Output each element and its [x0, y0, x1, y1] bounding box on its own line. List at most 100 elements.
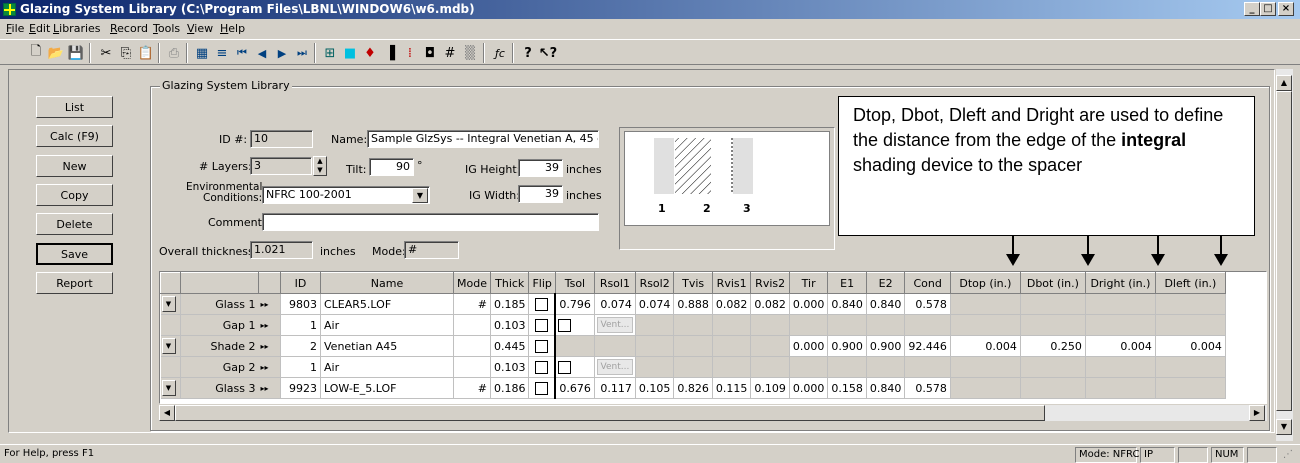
flip-checkbox[interactable]: [535, 297, 549, 311]
bars-icon[interactable]: ▐: [380, 43, 400, 63]
column-header[interactable]: E2: [865, 272, 906, 294]
id-cell[interactable]: 9923: [280, 377, 321, 399]
column-header[interactable]: Name: [320, 272, 454, 294]
column-header[interactable]: Mode: [453, 272, 491, 294]
table-row[interactable]: Gap 2 ▸▸ 1 Air 0.103 Vent...: [160, 356, 1226, 378]
formula-icon[interactable]: ƒc: [490, 43, 510, 63]
table-row[interactable]: ▼ Glass 3 ▸▸ 9923 LOW-E_5.LOF #0.186 0.676 0.11…: [160, 377, 1226, 399]
column-header[interactable]: [180, 272, 259, 294]
copy-icon[interactable]: ⎘: [116, 43, 136, 63]
column-header[interactable]: Dright (in.): [1084, 272, 1156, 294]
grid-view-icon[interactable]: ▦: [192, 43, 212, 63]
scroll-down-icon[interactable]: ▼: [1276, 419, 1292, 435]
column-header[interactable]: [160, 272, 181, 294]
first-record-icon[interactable]: ⏮: [232, 43, 252, 63]
vent-checkbox[interactable]: [558, 360, 572, 374]
vent-button[interactable]: Vent...: [596, 359, 633, 375]
row-dropdown-cell[interactable]: [160, 314, 181, 336]
column-header[interactable]: Flip: [528, 272, 556, 294]
tilt-field[interactable]: 90: [369, 158, 414, 176]
id-cell[interactable]: 1: [280, 356, 321, 378]
delete-button[interactable]: Delete: [36, 213, 113, 235]
name-cell[interactable]: CLEAR5.LOF: [320, 293, 454, 315]
gradient-icon[interactable]: ▒: [460, 43, 480, 63]
copy-button[interactable]: Copy: [36, 184, 113, 206]
thick-cell[interactable]: 0.185: [490, 293, 530, 315]
print-icon[interactable]: ⎙: [164, 43, 184, 63]
expand-icon[interactable]: ▸▸: [258, 335, 281, 357]
menu-help[interactable]: Help: [220, 22, 245, 35]
scroll-up-icon[interactable]: ▲: [1276, 75, 1292, 91]
layers-field[interactable]: 3: [250, 157, 312, 175]
minimize-button[interactable]: _: [1244, 2, 1260, 16]
table-row[interactable]: Gap 1 ▸▸ 1 Air 0.103 Vent...: [160, 314, 1226, 336]
row-dropdown-cell[interactable]: [160, 356, 181, 378]
help-icon[interactable]: ?: [518, 43, 538, 63]
menu-tools[interactable]: Tools: [153, 22, 180, 35]
column-header[interactable]: Cond: [904, 272, 951, 294]
vent-button[interactable]: Vent...: [596, 317, 633, 333]
vscroll-thumb[interactable]: [1276, 91, 1292, 411]
flip-checkbox[interactable]: [535, 339, 549, 353]
thick-cell[interactable]: 0.445: [490, 335, 530, 357]
vent-checkbox[interactable]: [558, 318, 572, 332]
table-icon[interactable]: ⊞: [320, 43, 340, 63]
chevron-down-icon[interactable]: ▼: [161, 338, 176, 354]
black-square-icon[interactable]: ◘: [420, 43, 440, 63]
flip-cell[interactable]: [528, 356, 556, 378]
chevron-down-icon[interactable]: ▼: [161, 380, 176, 396]
thick-cell[interactable]: 0.186: [490, 377, 530, 399]
flip-cell[interactable]: [528, 293, 556, 315]
new-icon[interactable]: 🗋: [26, 43, 46, 63]
chevron-down-icon[interactable]: ▼: [161, 296, 176, 312]
name-cell[interactable]: Air: [320, 356, 454, 378]
hash-icon[interactable]: #: [440, 43, 460, 63]
menu-file[interactable]: File: [6, 22, 24, 35]
id-cell[interactable]: 1: [280, 314, 321, 336]
ig-height-field[interactable]: 39: [518, 159, 563, 177]
cut-icon[interactable]: ✂: [96, 43, 116, 63]
column-header[interactable]: ID: [280, 272, 321, 294]
flip-cell[interactable]: [528, 314, 556, 336]
report-button[interactable]: Report: [36, 272, 113, 294]
horizontal-scrollbar[interactable]: ◀ ▶: [159, 404, 1267, 421]
last-record-icon[interactable]: ⏭: [292, 43, 312, 63]
column-header[interactable]: Dbot (in.): [1019, 272, 1086, 294]
scroll-thumb[interactable]: [175, 405, 1045, 421]
cyan-square-icon[interactable]: ■: [340, 43, 360, 63]
column-header[interactable]: Tsol: [554, 272, 595, 294]
expand-icon[interactable]: ▸▸: [258, 356, 281, 378]
thick-cell[interactable]: 0.103: [490, 314, 530, 336]
flip-cell[interactable]: [528, 377, 556, 399]
row-dropdown-cell[interactable]: ▼: [160, 335, 181, 357]
flip-cell[interactable]: [528, 335, 556, 357]
row-dropdown-cell[interactable]: ▼: [160, 377, 181, 399]
resize-grip-icon[interactable]: ⋰: [1283, 449, 1293, 460]
prev-record-icon[interactable]: ◀: [252, 43, 272, 63]
column-header[interactable]: Dleft (in.): [1154, 272, 1226, 294]
next-record-icon[interactable]: ▶: [272, 43, 292, 63]
thick-cell[interactable]: 0.103: [490, 356, 530, 378]
menu-edit[interactable]: Edit: [29, 22, 50, 35]
color-icon[interactable]: ♦: [360, 43, 380, 63]
save-icon[interactable]: 💾: [66, 43, 86, 63]
column-header[interactable]: Rsol2: [634, 272, 675, 294]
context-help-icon[interactable]: ↖?: [538, 43, 558, 63]
column-header[interactable]: [258, 272, 281, 294]
column-header[interactable]: Rvis2: [750, 272, 790, 294]
paste-icon[interactable]: 📋: [136, 43, 156, 63]
expand-icon[interactable]: ▸▸: [258, 377, 281, 399]
new-button[interactable]: New: [36, 155, 113, 177]
list-button[interactable]: List: [36, 96, 113, 118]
table-row[interactable]: ▼ Shade 2 ▸▸ 2 Venetian A45 0.445 0.000 0.900 0.…: [160, 335, 1226, 357]
column-header[interactable]: Thick: [489, 272, 530, 294]
flip-checkbox[interactable]: [535, 360, 549, 374]
id-cell[interactable]: 9803: [280, 293, 321, 315]
expand-icon[interactable]: ▸▸: [258, 314, 281, 336]
flip-checkbox[interactable]: [535, 318, 549, 332]
layers-spinner[interactable]: ▲ ▼: [313, 156, 327, 176]
comment-field[interactable]: [262, 213, 599, 231]
ig-width-field[interactable]: 39: [518, 185, 563, 203]
scroll-right-icon[interactable]: ▶: [1249, 405, 1265, 421]
menu-view[interactable]: View: [187, 22, 213, 35]
